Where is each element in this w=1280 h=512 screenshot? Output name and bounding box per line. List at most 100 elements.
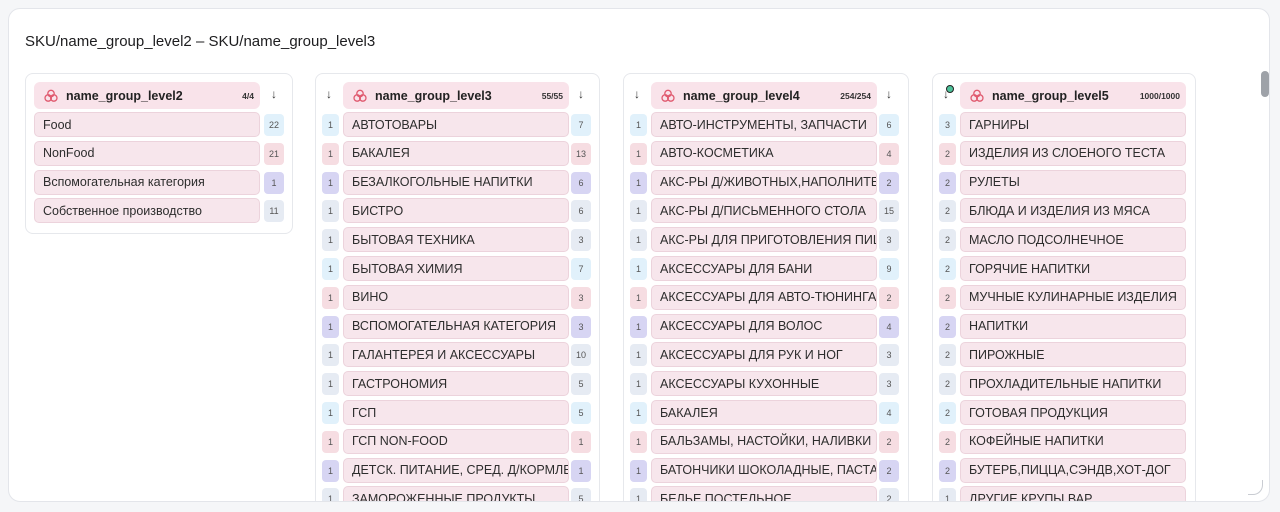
list-item-label[interactable]: БУТЕРБ,ПИЦЦА,СЭНДВ,ХОТ-ДОГ bbox=[960, 457, 1186, 483]
list-item[interactable]: 1 АКС-РЫ Д/ЖИВОТНЫХ,НАПОЛНИТЕЛИ 2 bbox=[624, 169, 910, 195]
list-item-label[interactable]: АКС-РЫ Д/ЖИВОТНЫХ,НАПОЛНИТЕЛИ bbox=[651, 169, 877, 195]
list-item[interactable]: 1 АВТО-КОСМЕТИКА 4 bbox=[624, 140, 910, 166]
list-item-label[interactable]: БАЛЬЗАМЫ, НАСТОЙКИ, НАЛИВКИ bbox=[651, 428, 877, 454]
list-item[interactable]: Вспомогательная категория 1 bbox=[26, 169, 294, 195]
list-item-label[interactable]: Собственное производство bbox=[34, 198, 260, 224]
list-item[interactable]: NonFood 21 bbox=[26, 140, 294, 166]
list-item-label[interactable]: АКСЕССУАРЫ ДЛЯ РУК И НОГ bbox=[651, 342, 877, 368]
list-item[interactable]: Food 22 bbox=[26, 112, 294, 137]
list-item[interactable]: 2 МАСЛО ПОДСОЛНЕЧНОЕ bbox=[933, 227, 1197, 253]
list-item-label[interactable]: АКС-РЫ Д/ПИСЬМЕННОГО СТОЛА bbox=[651, 198, 877, 224]
list-item-label[interactable]: ВСПОМОГАТЕЛЬНАЯ КАТЕГОРИЯ bbox=[343, 313, 569, 339]
list-item-label[interactable]: БЫТОВАЯ ХИМИЯ bbox=[343, 256, 569, 281]
list-item[interactable]: 1 АКСЕССУАРЫ ДЛЯ РУК И НОГ 3 bbox=[624, 342, 910, 368]
list-item[interactable]: 2 КОФЕЙНЫЕ НАПИТКИ bbox=[933, 428, 1197, 454]
list-item-label[interactable]: БЕЛЬЕ ПОСТЕЛЬНОЕ bbox=[651, 486, 877, 501]
list-item[interactable]: 2 БУТЕРБ,ПИЦЦА,СЭНДВ,ХОТ-ДОГ bbox=[933, 457, 1197, 483]
list-item-label[interactable]: АВТО-ИНСТРУМЕНТЫ, ЗАПЧАСТИ bbox=[651, 112, 877, 137]
list-item[interactable]: 2 ГОРЯЧИЕ НАПИТКИ bbox=[933, 256, 1197, 281]
list-item-label[interactable]: Food bbox=[34, 112, 260, 137]
list-item-label[interactable]: БАТОНЧИКИ ШОКОЛАДНЫЕ, ПАСТА bbox=[651, 457, 877, 483]
list-item-label[interactable]: ПИРОЖНЫЕ bbox=[960, 342, 1186, 368]
list-item-label[interactable]: ДЕТСК. ПИТАНИЕ, СРЕД. Д/КОРМЛЕНИЯ bbox=[343, 457, 569, 483]
list-item[interactable]: 1 АКС-РЫ ДЛЯ ПРИГОТОВЛЕНИЯ ПИЩИ 3 bbox=[624, 227, 910, 253]
sort-desc-icon[interactable]: ↓ bbox=[322, 87, 336, 101]
list-item[interactable]: 1 БАКАЛЕЯ 4 bbox=[624, 400, 910, 425]
list-item[interactable]: 1 ДРУГИЕ КРУПЫ ВАР bbox=[933, 486, 1197, 501]
list-item-label[interactable]: АВТОТОВАРЫ bbox=[343, 112, 569, 137]
list-item[interactable]: 1 АКСЕССУАРЫ КУХОННЫЕ 3 bbox=[624, 371, 910, 397]
list-item-label[interactable]: БИСТРО bbox=[343, 198, 569, 224]
list-item[interactable]: 2 НАПИТКИ bbox=[933, 313, 1197, 339]
list-item[interactable]: 1 АВТО-ИНСТРУМЕНТЫ, ЗАПЧАСТИ 6 bbox=[624, 112, 910, 137]
list-item-label[interactable]: МАСЛО ПОДСОЛНЕЧНОЕ bbox=[960, 227, 1186, 253]
list-item[interactable]: 1 ВИНО 3 bbox=[316, 284, 601, 310]
list-item[interactable]: 1 ВСПОМОГАТЕЛЬНАЯ КАТЕГОРИЯ 3 bbox=[316, 313, 601, 339]
list-item-label[interactable]: ГАРНИРЫ bbox=[960, 112, 1186, 137]
panel-header[interactable]: name_group_level2 4/4 bbox=[34, 82, 260, 109]
list-item-label[interactable]: КОФЕЙНЫЕ НАПИТКИ bbox=[960, 428, 1186, 454]
list-item-label[interactable]: БЕЗАЛКОГОЛЬНЫЕ НАПИТКИ bbox=[343, 169, 569, 195]
list-item[interactable]: 2 ПРОХЛАДИТЕЛЬНЫЕ НАПИТКИ bbox=[933, 371, 1197, 397]
list-item-label[interactable]: БАКАЛЕЯ bbox=[343, 140, 569, 166]
list-item[interactable]: 1 АКСЕССУАРЫ ДЛЯ ВОЛОС 4 bbox=[624, 313, 910, 339]
list-item-label[interactable]: АКСЕССУАРЫ ДЛЯ АВТО-ТЮНИНГА bbox=[651, 284, 877, 310]
list-item-label[interactable]: МУЧНЫЕ КУЛИНАРНЫЕ ИЗДЕЛИЯ bbox=[960, 284, 1186, 310]
list-item-label[interactable]: ПРОХЛАДИТЕЛЬНЫЕ НАПИТКИ bbox=[960, 371, 1186, 397]
list-item[interactable]: 1 ЗАМОРОЖЕННЫЕ ПРОДУКТЫ 5 bbox=[316, 486, 601, 501]
list-item-label[interactable]: Вспомогательная категория bbox=[34, 169, 260, 195]
list-item-label[interactable]: АКС-РЫ ДЛЯ ПРИГОТОВЛЕНИЯ ПИЩИ bbox=[651, 227, 877, 253]
list-item[interactable]: 2 ГОТОВАЯ ПРОДУКЦИЯ bbox=[933, 400, 1197, 425]
sort-desc-icon[interactable]: ↓ bbox=[574, 87, 588, 101]
list-item[interactable]: 2 ПИРОЖНЫЕ bbox=[933, 342, 1197, 368]
list-item[interactable]: 1 ГСП NON-FOOD 1 bbox=[316, 428, 601, 454]
list-item[interactable]: 1 БАЛЬЗАМЫ, НАСТОЙКИ, НАЛИВКИ 2 bbox=[624, 428, 910, 454]
list-item-label[interactable]: БЫТОВАЯ ТЕХНИКА bbox=[343, 227, 569, 253]
list-item[interactable]: 1 АКСЕССУАРЫ ДЛЯ БАНИ 9 bbox=[624, 256, 910, 281]
vertical-scrollbar[interactable] bbox=[1261, 71, 1269, 97]
list-item-label[interactable]: АКСЕССУАРЫ КУХОННЫЕ bbox=[651, 371, 877, 397]
list-item-label[interactable]: ЗАМОРОЖЕННЫЕ ПРОДУКТЫ bbox=[343, 486, 569, 501]
list-item-label[interactable]: ГАЛАНТЕРЕЯ И АКСЕССУАРЫ bbox=[343, 342, 569, 368]
list-item-label[interactable]: ГСП bbox=[343, 400, 569, 425]
list-item-label[interactable]: ВИНО bbox=[343, 284, 569, 310]
list-item[interactable]: 3 ГАРНИРЫ bbox=[933, 112, 1197, 137]
list-item-label[interactable]: ГОРЯЧИЕ НАПИТКИ bbox=[960, 256, 1186, 281]
list-item[interactable]: 1 БЫТОВАЯ ХИМИЯ 7 bbox=[316, 256, 601, 281]
list-item-label[interactable]: ГСП NON-FOOD bbox=[343, 428, 569, 454]
list-item[interactable]: 1 БЫТОВАЯ ТЕХНИКА 3 bbox=[316, 227, 601, 253]
sort-desc-icon[interactable]: ↓ bbox=[882, 87, 896, 101]
list-item[interactable]: 1 БЕЛЬЕ ПОСТЕЛЬНОЕ 2 bbox=[624, 486, 910, 501]
list-item-label[interactable]: НАПИТКИ bbox=[960, 313, 1186, 339]
list-item[interactable]: 1 БЕЗАЛКОГОЛЬНЫЕ НАПИТКИ 6 bbox=[316, 169, 601, 195]
list-item[interactable]: 1 ГАСТРОНОМИЯ 5 bbox=[316, 371, 601, 397]
list-item[interactable]: 2 ИЗДЕЛИЯ ИЗ СЛОЕНОГО ТЕСТА bbox=[933, 140, 1197, 166]
list-item-label[interactable]: АВТО-КОСМЕТИКА bbox=[651, 140, 877, 166]
resize-corner-icon[interactable] bbox=[1248, 480, 1263, 495]
sort-filter-icon[interactable]: ↓ bbox=[939, 85, 954, 101]
panel-header[interactable]: name_group_level5 1000/1000 bbox=[960, 82, 1186, 109]
list-item-label[interactable]: ИЗДЕЛИЯ ИЗ СЛОЕНОГО ТЕСТА bbox=[960, 140, 1186, 166]
list-item[interactable]: 1 ГАЛАНТЕРЕЯ И АКСЕССУАРЫ 10 bbox=[316, 342, 601, 368]
list-item[interactable]: 1 АВТОТОВАРЫ 7 bbox=[316, 112, 601, 137]
list-item[interactable]: 1ДЕТСК. ПИТАНИЕ, СРЕД. Д/КОРМЛЕНИЯ1 bbox=[316, 457, 601, 483]
list-item-label[interactable]: NonFood bbox=[34, 140, 260, 166]
panel-header[interactable]: name_group_level3 55/55 bbox=[343, 82, 569, 109]
list-item-label[interactable]: РУЛЕТЫ bbox=[960, 169, 1186, 195]
list-item-label[interactable]: АКСЕССУАРЫ ДЛЯ ВОЛОС bbox=[651, 313, 877, 339]
list-item-label[interactable]: БЛЮДА И ИЗДЕЛИЯ ИЗ МЯСА bbox=[960, 198, 1186, 224]
list-item[interactable]: 2 РУЛЕТЫ bbox=[933, 169, 1197, 195]
panel-header[interactable]: name_group_level4 254/254 bbox=[651, 82, 877, 109]
list-item-label[interactable]: ГОТОВАЯ ПРОДУКЦИЯ bbox=[960, 400, 1186, 425]
list-item[interactable]: Собственное производство 11 bbox=[26, 198, 294, 224]
list-item[interactable]: 1 АКС-РЫ Д/ПИСЬМЕННОГО СТОЛА 15 bbox=[624, 198, 910, 224]
list-item[interactable]: 1 БАКАЛЕЯ 13 bbox=[316, 140, 601, 166]
list-item-label[interactable]: АКСЕССУАРЫ ДЛЯ БАНИ bbox=[651, 256, 877, 281]
list-item[interactable]: 1 БИСТРО 6 bbox=[316, 198, 601, 224]
list-item-label[interactable]: ГАСТРОНОМИЯ bbox=[343, 371, 569, 397]
list-item-label[interactable]: БАКАЛЕЯ bbox=[651, 400, 877, 425]
list-item-label[interactable]: ДРУГИЕ КРУПЫ ВАР bbox=[960, 486, 1186, 501]
list-item[interactable]: 1 АКСЕССУАРЫ ДЛЯ АВТО-ТЮНИНГА 2 bbox=[624, 284, 910, 310]
sort-desc-icon[interactable]: ↓ bbox=[630, 87, 644, 101]
list-item[interactable]: 1 ГСП 5 bbox=[316, 400, 601, 425]
